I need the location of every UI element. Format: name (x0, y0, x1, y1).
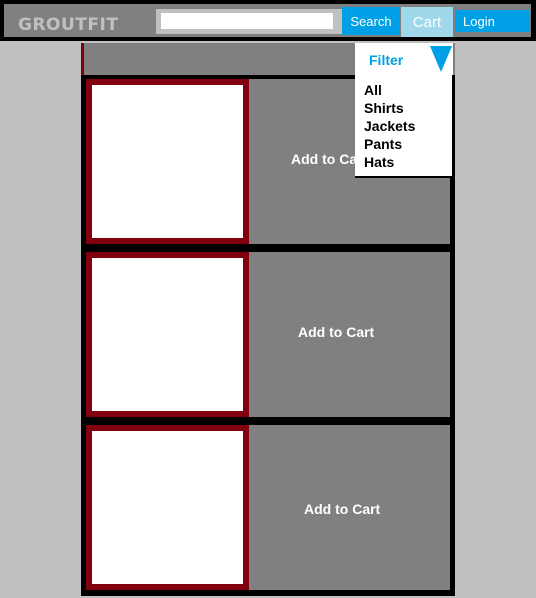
product-card: Add to Cart (86, 252, 450, 417)
filter-option-pants[interactable]: Pants (364, 135, 452, 153)
filter-label: Filter (369, 52, 404, 68)
search-input[interactable] (161, 13, 333, 29)
search-button[interactable]: Search (342, 7, 400, 35)
filter-option-jackets[interactable]: Jackets (364, 117, 452, 135)
product-image[interactable] (86, 79, 249, 244)
filter-menu: All Shirts Jackets Pants Hats (355, 75, 454, 178)
triangle-down-icon[interactable] (430, 46, 452, 72)
add-to-cart-button[interactable]: Add to Cart (304, 501, 380, 517)
filter-dropdown[interactable]: Filter (355, 43, 453, 75)
add-to-cart-button[interactable]: Add to Cart (298, 324, 374, 340)
product-card: Add to Cart (86, 425, 450, 590)
filter-option-all[interactable]: All (364, 81, 452, 99)
product-image[interactable] (86, 252, 249, 417)
search-box (156, 9, 342, 34)
filter-option-hats[interactable]: Hats (364, 153, 452, 171)
filter-option-shirts[interactable]: Shirts (364, 99, 452, 117)
header: GROUTFIT Search Cart Login (0, 0, 536, 41)
login-button[interactable]: Login (455, 10, 530, 32)
logo[interactable]: GROUTFIT (18, 15, 118, 35)
product-image[interactable] (86, 425, 249, 590)
cart-button[interactable]: Cart (401, 7, 453, 37)
